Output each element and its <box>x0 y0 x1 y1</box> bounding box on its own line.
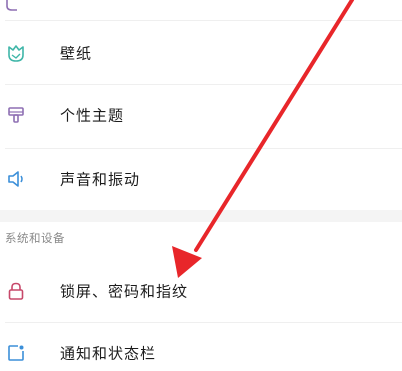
settings-item-lockscreen[interactable]: 锁屏、密码和指纹 <box>0 260 402 322</box>
settings-item-label: 个性主题 <box>60 106 125 125</box>
settings-page: 壁纸 个性主题 声音和振动 系统和设备 锁屏、密码和指纹 通知和状态栏 <box>0 0 402 371</box>
lock-icon <box>5 280 27 302</box>
settings-item-label: 壁纸 <box>60 44 93 63</box>
settings-item-themes[interactable]: 个性主题 <box>0 84 402 146</box>
settings-item-label: 通知和状态栏 <box>60 344 157 363</box>
divider <box>5 20 402 21</box>
wallpaper-icon <box>5 42 27 64</box>
section-separator <box>0 210 402 222</box>
settings-item-sound[interactable]: 声音和振动 <box>0 148 402 210</box>
settings-item-wallpaper[interactable]: 壁纸 <box>0 22 402 84</box>
partial-item-icon <box>6 0 17 11</box>
settings-item-label: 声音和振动 <box>60 170 141 189</box>
notification-icon <box>5 342 27 364</box>
theme-brush-icon <box>5 104 27 126</box>
speaker-icon <box>5 168 27 190</box>
settings-item-notifications[interactable]: 通知和状态栏 <box>0 322 402 371</box>
section-header: 系统和设备 <box>5 231 65 245</box>
settings-item-label: 锁屏、密码和指纹 <box>60 282 189 301</box>
